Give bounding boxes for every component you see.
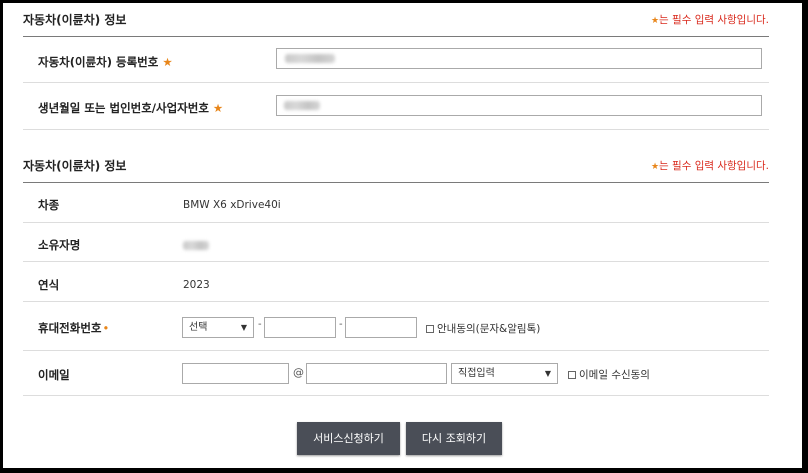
vehicle-section-title: 자동차(이륜차) 정보 <box>23 159 127 173</box>
phone-dash: - <box>339 319 343 330</box>
required-star-icon: ★ <box>650 162 660 172</box>
phone-consent[interactable]: 안내동의(문자&알림톡) <box>426 321 540 336</box>
required-star-icon: ★ <box>212 101 224 115</box>
section-divider <box>23 36 769 37</box>
birth-label-text: 생년월일 또는 법인번호/사업자번호 <box>38 101 209 115</box>
row-divider <box>23 261 769 262</box>
row-divider <box>23 350 769 351</box>
required-star-icon: ★ <box>650 16 660 26</box>
email-domain-input[interactable] <box>306 363 447 384</box>
row-divider <box>23 129 769 130</box>
email-domain-select[interactable]: 직접입력 ▼ <box>451 363 558 384</box>
required-star-icon: ★ <box>162 55 173 69</box>
car-type-label: 차종 <box>38 198 60 212</box>
row-divider <box>23 222 769 223</box>
required-note: ★는 필수 입력 사항입니다. <box>651 12 769 27</box>
phone-last-input[interactable] <box>345 317 417 338</box>
email-label: 이메일 <box>38 368 70 382</box>
retry-lookup-button[interactable]: 다시 조회하기 <box>406 422 502 455</box>
phone-prefix-select[interactable]: 선택 ▼ <box>182 317 254 338</box>
car-type-value: BMW X6 xDrive40i <box>183 199 281 211</box>
row-divider <box>23 82 769 83</box>
email-domain-select-value: 직접입력 <box>458 368 495 379</box>
reg-number-label-text: 자동차(이륜차) 등록번호 <box>38 55 159 69</box>
reg-number-input[interactable] <box>276 48 762 69</box>
chevron-down-icon: ▼ <box>240 323 247 332</box>
phone-prefix-value: 선택 <box>189 322 208 333</box>
year-value: 2023 <box>183 279 210 291</box>
required-note: ★는 필수 입력 사항입니다. <box>651 158 769 173</box>
phone-label-text: 휴대전화번호 <box>38 321 102 335</box>
redacted-value <box>284 101 320 110</box>
email-consent-checkbox[interactable] <box>568 370 576 379</box>
phone-middle-input[interactable] <box>264 317 336 338</box>
row-divider <box>23 301 769 302</box>
year-label: 연식 <box>38 278 60 292</box>
reg-number-label: 자동차(이륜차) 등록번호 ★ <box>38 54 173 70</box>
chevron-down-icon: ▼ <box>544 369 551 378</box>
phone-label: 휴대전화번호• <box>38 320 109 336</box>
required-note-text: 는 필수 입력 사항입니다. <box>659 14 769 26</box>
birth-input[interactable] <box>276 95 762 116</box>
page-frame: 자동차(이륜차) 정보 ★는 필수 입력 사항입니다. 자동차(이륜차) 등록번… <box>0 0 808 473</box>
phone-dash: - <box>258 319 262 330</box>
email-consent-label: 이메일 수신동의 <box>579 369 650 381</box>
redacted-owner-name <box>183 241 209 250</box>
redacted-value <box>285 54 335 63</box>
section-divider <box>23 182 769 183</box>
required-star-icon: • <box>102 321 110 335</box>
birth-label: 생년월일 또는 법인번호/사업자번호 ★ <box>38 100 223 116</box>
email-at-sign: @ <box>293 366 304 379</box>
email-id-input[interactable] <box>182 363 289 384</box>
row-divider <box>23 395 769 396</box>
registration-section-title: 자동차(이륜차) 정보 <box>23 13 127 27</box>
phone-consent-checkbox[interactable] <box>426 324 434 333</box>
phone-consent-label: 안내동의(문자&알림톡) <box>437 323 541 335</box>
owner-label: 소유자명 <box>38 238 81 252</box>
apply-service-button[interactable]: 서비스신청하기 <box>297 422 400 455</box>
required-note-text: 는 필수 입력 사항입니다. <box>659 160 769 172</box>
email-consent[interactable]: 이메일 수신동의 <box>568 367 650 382</box>
